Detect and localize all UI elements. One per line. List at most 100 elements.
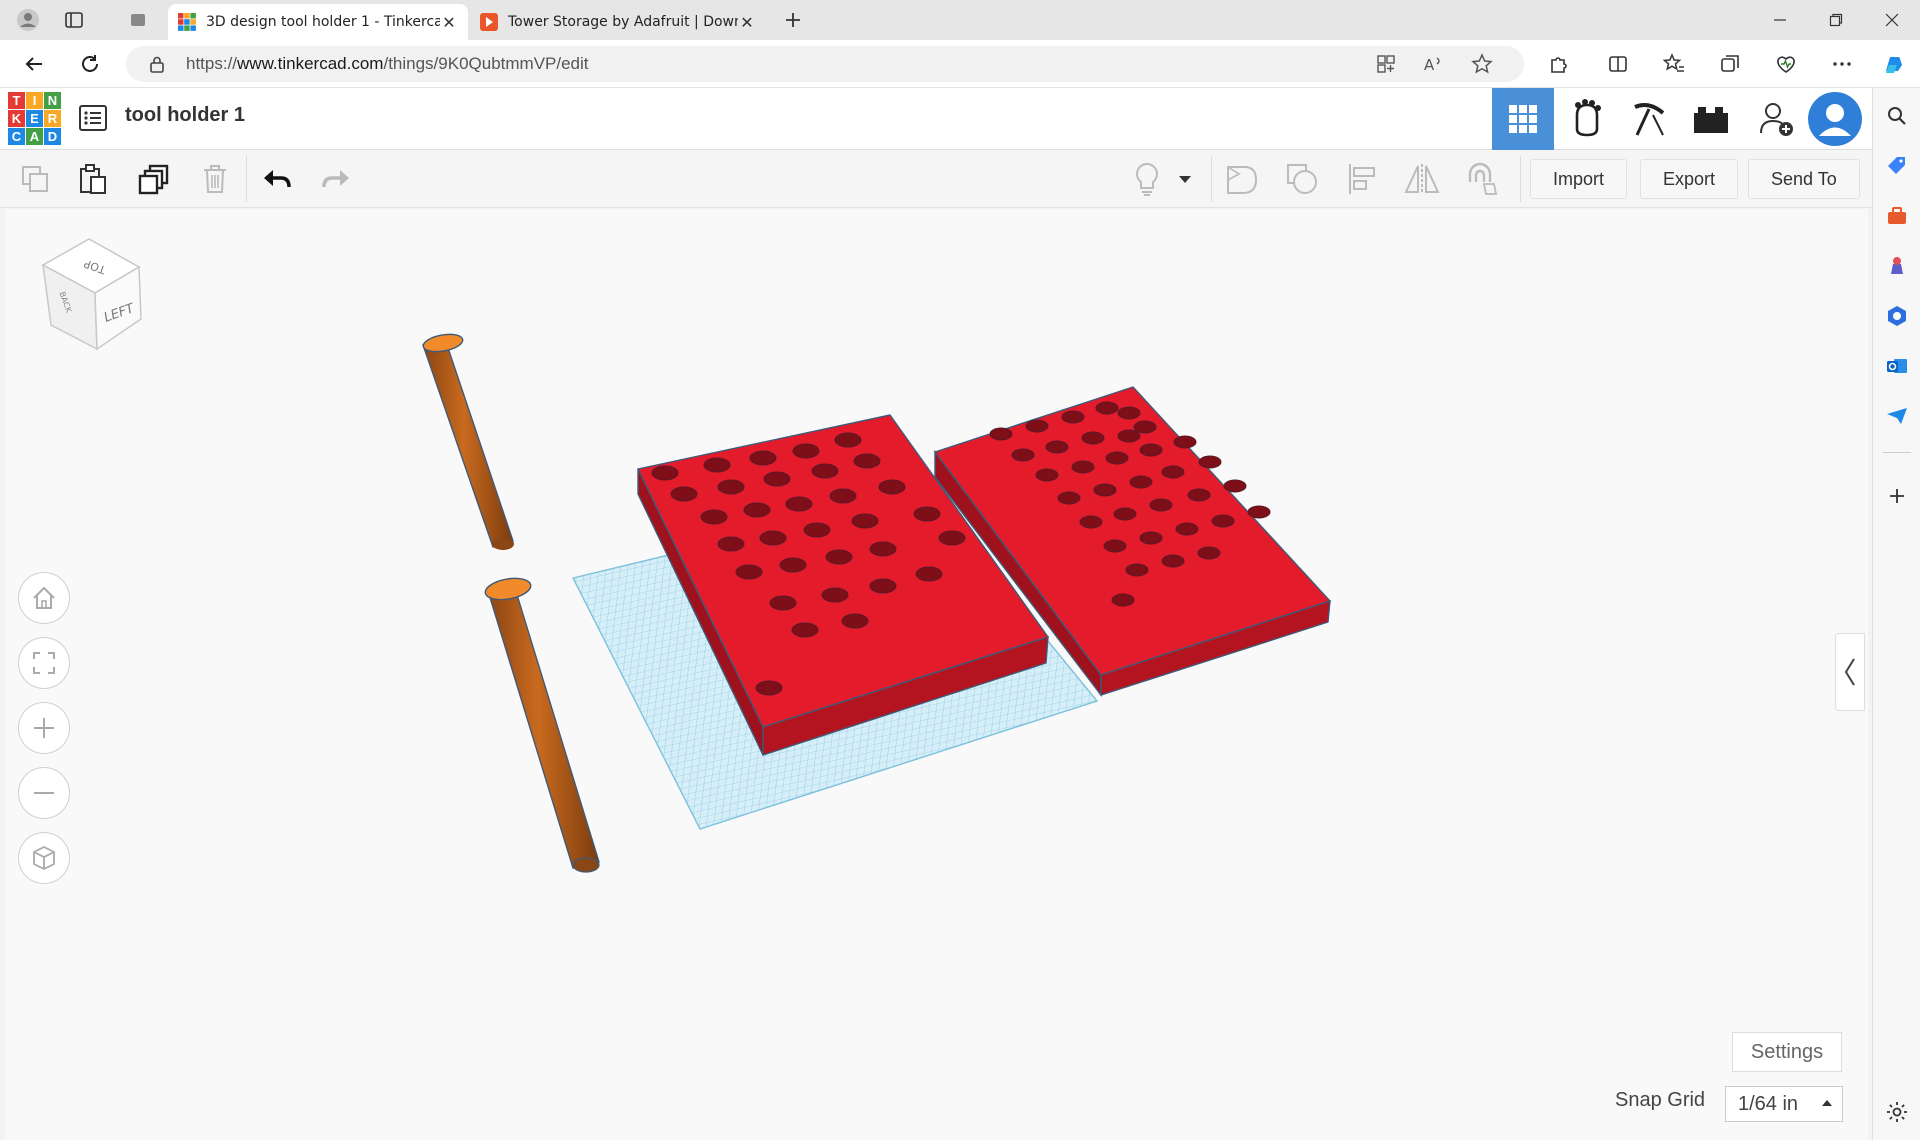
pickaxe-icon [1634, 103, 1665, 136]
logo-letter: C [8, 128, 25, 145]
tab-actions-icon[interactable] [60, 6, 88, 34]
logo-letter: A [26, 128, 43, 145]
close-tab-icon[interactable]: ✕ [738, 13, 756, 32]
copy-icon [22, 166, 48, 192]
snap-grid-select[interactable]: 1/64 in [1725, 1086, 1843, 1122]
cylinder-shape[interactable] [484, 575, 600, 873]
workplane-viewport[interactable]: TOP LEFT BACK Settings Snap Grid 1/64 in [5, 209, 1868, 1140]
split-screen-icon[interactable] [1602, 48, 1634, 80]
sidebar-divider [1883, 452, 1911, 453]
extensions-icon[interactable] [1542, 48, 1574, 80]
toolbar-divider [1520, 156, 1521, 202]
edit-toolbar: Import Export Send To [0, 150, 1872, 208]
tab-title: Tower Storage by Adafruit | Download [508, 14, 738, 30]
back-icon[interactable] [18, 48, 50, 80]
logo-letter: R [44, 110, 61, 127]
toolbar-divider [1211, 156, 1212, 202]
copilot-icon[interactable] [1878, 48, 1910, 80]
games-icon[interactable] [1885, 254, 1909, 278]
favorite-star-icon[interactable] [1466, 48, 1498, 80]
url-text: https://www.tinkercad.com/things/9K0Qubt… [186, 54, 589, 73]
minecraft-view-button[interactable] [1618, 88, 1680, 150]
delete-button[interactable] [195, 159, 235, 199]
restore-icon[interactable] [1808, 0, 1864, 40]
close-tab-icon[interactable]: ✕ [440, 13, 458, 32]
search-icon[interactable] [1885, 104, 1909, 128]
copy-button[interactable] [15, 159, 55, 199]
shopping-tag-icon[interactable] [1885, 154, 1909, 178]
logo-letter: K [8, 110, 25, 127]
mirror-button[interactable] [1402, 159, 1442, 199]
app-available-icon[interactable] [1370, 48, 1402, 80]
cylinder-shape[interactable] [422, 332, 514, 550]
group-button[interactable] [1222, 159, 1262, 199]
export-button[interactable]: Export [1640, 159, 1739, 199]
new-tab-icon[interactable] [779, 6, 807, 34]
minimize-icon[interactable] [1752, 0, 1808, 40]
svg-text:A: A [1424, 56, 1435, 74]
bricks-view-button[interactable] [1680, 88, 1742, 150]
paste-button[interactable] [73, 159, 113, 199]
tinkercad-favicon-icon [178, 13, 196, 31]
browser-tab-strip: 3D design tool holder 1 - Tinkercad ✕ To… [0, 0, 1920, 40]
design-list-icon[interactable] [78, 103, 108, 133]
tinkercad-logo[interactable]: T I N K E R C A D [8, 92, 62, 146]
undo-button[interactable] [257, 159, 297, 199]
read-aloud-icon[interactable]: A [1418, 48, 1450, 80]
redo-button[interactable] [316, 159, 356, 199]
close-window-icon[interactable] [1864, 0, 1920, 40]
lock-icon[interactable] [148, 55, 166, 73]
avatar-icon [1808, 92, 1862, 146]
cruise-button[interactable] [1462, 159, 1502, 199]
settings-button[interactable]: Settings [1732, 1032, 1842, 1072]
adafruit-favicon-icon [480, 13, 498, 31]
snap-grid-value: 1/64 in [1738, 1092, 1799, 1115]
grid-icon [1509, 105, 1537, 133]
lightbulb-icon [1136, 162, 1158, 196]
tools-icon[interactable] [1885, 204, 1909, 228]
add-icon[interactable] [1885, 484, 1909, 508]
url-field[interactable]: https://www.tinkercad.com/things/9K0Qubt… [126, 46, 1524, 82]
3d-design-view-button[interactable] [1492, 88, 1554, 150]
duplicate-button[interactable] [134, 159, 174, 199]
caret-down-icon [1179, 176, 1191, 183]
tab-adafruit[interactable]: Tower Storage by Adafruit | Download ✕ [470, 4, 766, 40]
scene-canvas[interactable] [5, 209, 1868, 1140]
redo-icon [322, 170, 349, 188]
magnet-hand-icon [1468, 162, 1498, 195]
user-avatar-button[interactable] [1804, 88, 1866, 150]
profile-icon[interactable] [14, 6, 42, 34]
collections-icon[interactable] [1714, 48, 1746, 80]
logo-letter: N [44, 92, 61, 109]
refresh-icon[interactable] [74, 48, 106, 80]
browser-essentials-icon[interactable] [1770, 48, 1802, 80]
edge-sidebar [1872, 88, 1920, 1140]
outlook-icon[interactable] [1885, 354, 1909, 378]
logo-letter: E [26, 110, 43, 127]
trash-icon [204, 165, 226, 193]
ungroup-button[interactable] [1282, 159, 1322, 199]
tinkercad-header: T I N K E R C A D tool holder 1 [0, 88, 1872, 150]
blocks-view-button[interactable] [1556, 88, 1618, 150]
align-button[interactable] [1342, 159, 1382, 199]
more-menu-icon[interactable] [1826, 48, 1858, 80]
sidebar-settings-icon[interactable] [1885, 1100, 1909, 1124]
pinned-tab-icon[interactable] [124, 6, 152, 34]
favorites-icon[interactable] [1658, 48, 1690, 80]
invite-user-button[interactable] [1746, 88, 1808, 150]
send-to-button[interactable]: Send To [1748, 159, 1860, 199]
ungroup-icon [1287, 164, 1317, 194]
toolbar-divider [246, 156, 247, 202]
microsoft-365-icon[interactable] [1885, 304, 1909, 328]
tab-tinkercad[interactable]: 3D design tool holder 1 - Tinkercad ✕ [168, 4, 468, 40]
group-icon [1227, 166, 1258, 194]
import-button[interactable]: Import [1530, 159, 1628, 199]
snap-grid-label: Snap Grid [1615, 1089, 1706, 1111]
notes-dropdown-button[interactable] [1172, 159, 1198, 199]
send-icon[interactable] [1885, 404, 1909, 428]
tab-title: 3D design tool holder 1 - Tinkercad [206, 14, 440, 30]
shapes-panel-toggle-button[interactable] [1835, 633, 1865, 711]
design-title[interactable]: tool holder 1 [125, 104, 245, 127]
notes-button[interactable] [1127, 159, 1167, 199]
duplicate-icon [138, 164, 169, 195]
